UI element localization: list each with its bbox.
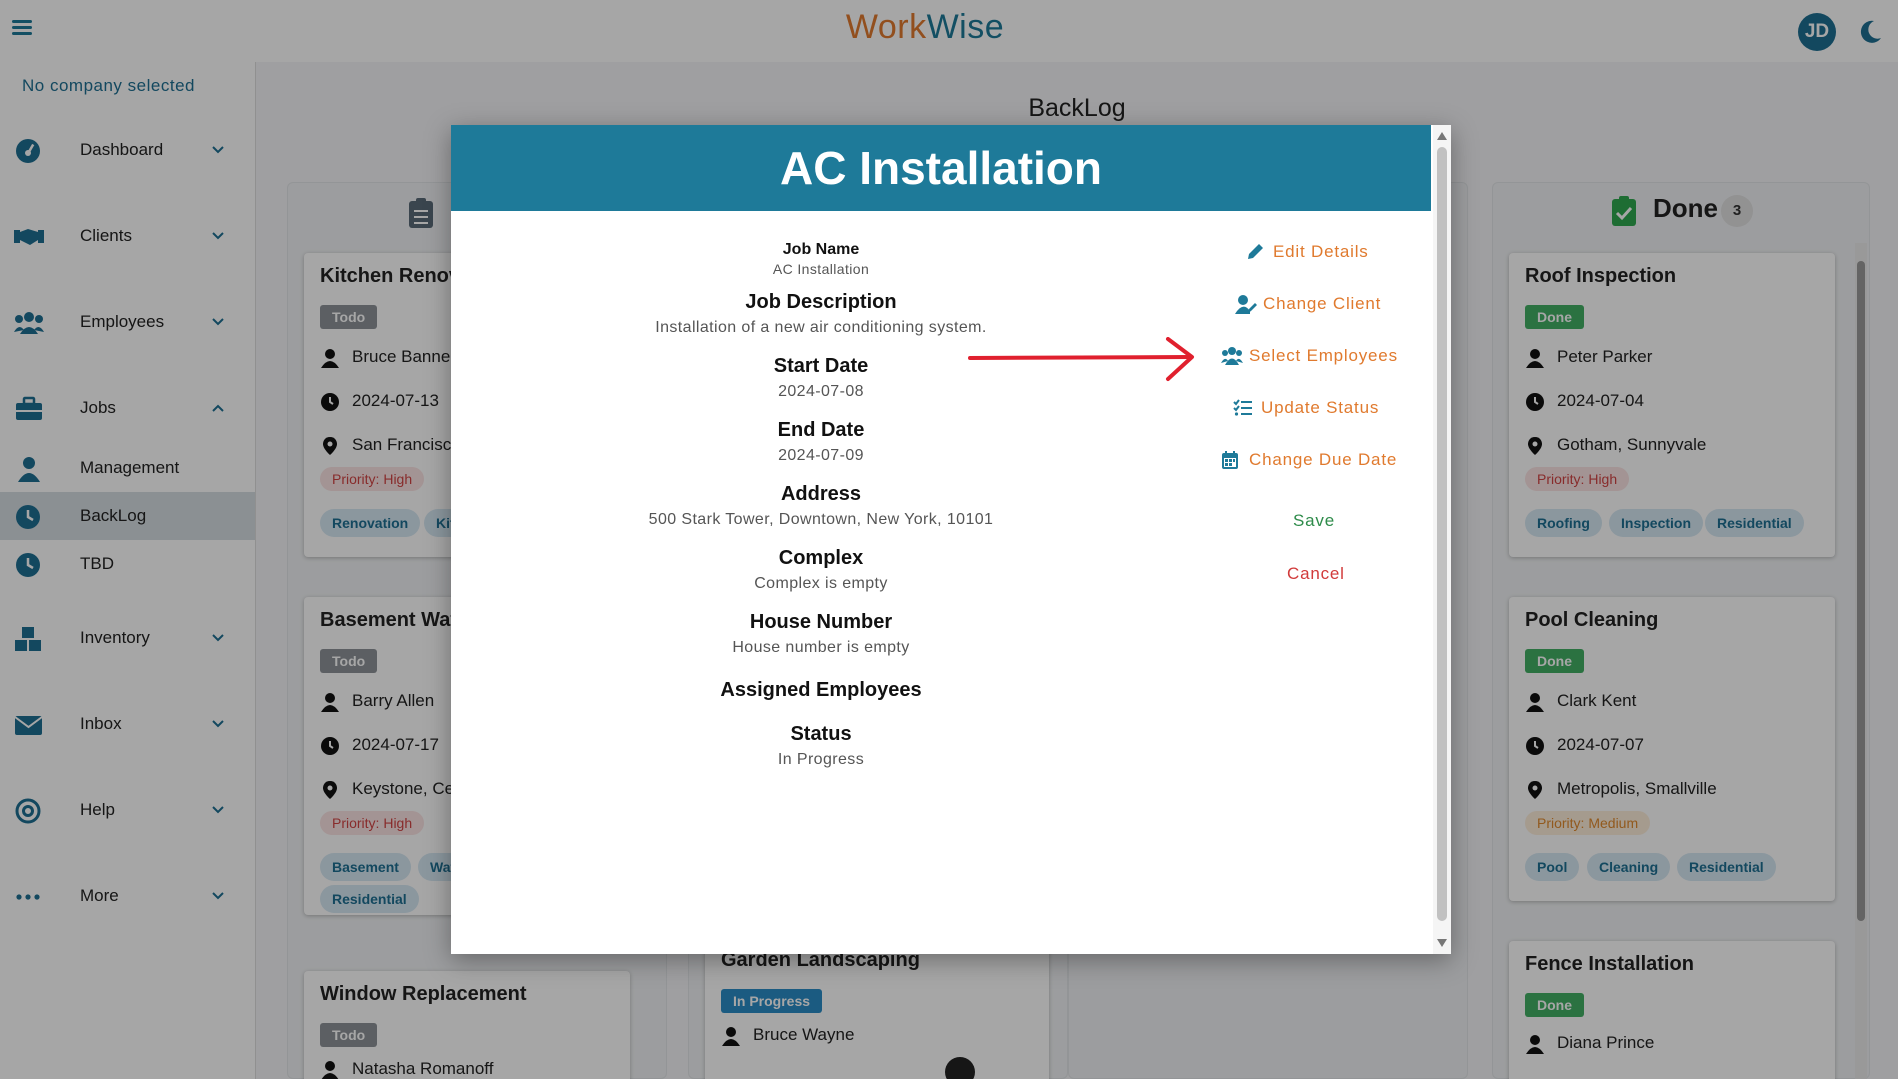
field-value: AC Installation (772, 261, 870, 277)
scroll-down-arrow[interactable] (1437, 939, 1447, 947)
update-status-button[interactable]: Update Status (1233, 398, 1445, 420)
change-client-button[interactable]: Change Client (1235, 294, 1445, 316)
field-value: In Progress (777, 751, 865, 768)
button-label: Update Status (1261, 398, 1380, 417)
select-employees-button[interactable]: Select Employees (1221, 346, 1445, 368)
field-job-description: Job Description Installation of a new ai… (451, 291, 1191, 337)
button-label: Change Client (1263, 294, 1382, 313)
button-label: Edit Details (1273, 242, 1369, 261)
field-job-name: Job Name AC Installation (451, 241, 1191, 277)
scroll-up-arrow[interactable] (1437, 132, 1447, 140)
field-value: 2024-07-09 (778, 447, 864, 464)
field-end-date: End Date 2024-07-09 (451, 419, 1191, 465)
field-complex: Complex Complex is empty (451, 547, 1191, 593)
edit-details-button[interactable]: Edit Details (1245, 242, 1445, 264)
field-address: Address 500 Stark Tower, Downtown, New Y… (451, 483, 1191, 529)
field-label: Address (780, 483, 862, 505)
list-check-icon (1233, 399, 1252, 416)
field-label: House Number (749, 611, 893, 633)
field-value: Complex is empty (754, 575, 888, 592)
field-assigned-employees: Assigned Employees (451, 679, 1191, 702)
field-value: Installation of a new air conditioning s… (655, 319, 987, 336)
field-status: Status In Progress (451, 723, 1191, 769)
change-due-date-button[interactable]: Change Due Date (1221, 450, 1445, 472)
button-label: Change Due Date (1249, 450, 1398, 469)
field-value: House number is empty (732, 639, 910, 656)
field-label: Assigned Employees (720, 679, 922, 701)
modal-title: AC Installation (451, 125, 1431, 211)
field-label: Job Name (782, 241, 860, 258)
field-label: End Date (777, 419, 865, 441)
calendar-icon (1222, 451, 1238, 469)
pencil-icon (1248, 244, 1263, 259)
user-edit-icon (1235, 295, 1257, 314)
cancel-button[interactable]: Cancel (1287, 564, 1357, 586)
users-icon (1221, 347, 1243, 365)
save-button[interactable]: Save (1293, 511, 1353, 533)
field-label: Status (790, 723, 852, 745)
job-details-modal: AC Installation Job Name AC Installation… (451, 125, 1451, 954)
field-label: Job Description (745, 291, 897, 313)
button-label: Select Employees (1249, 346, 1398, 365)
field-label: Complex (778, 547, 864, 569)
field-house-number: House Number House number is empty (451, 611, 1191, 657)
annotation-arrow (968, 337, 1194, 381)
field-value: 500 Stark Tower, Downtown, New York, 101… (648, 511, 994, 528)
